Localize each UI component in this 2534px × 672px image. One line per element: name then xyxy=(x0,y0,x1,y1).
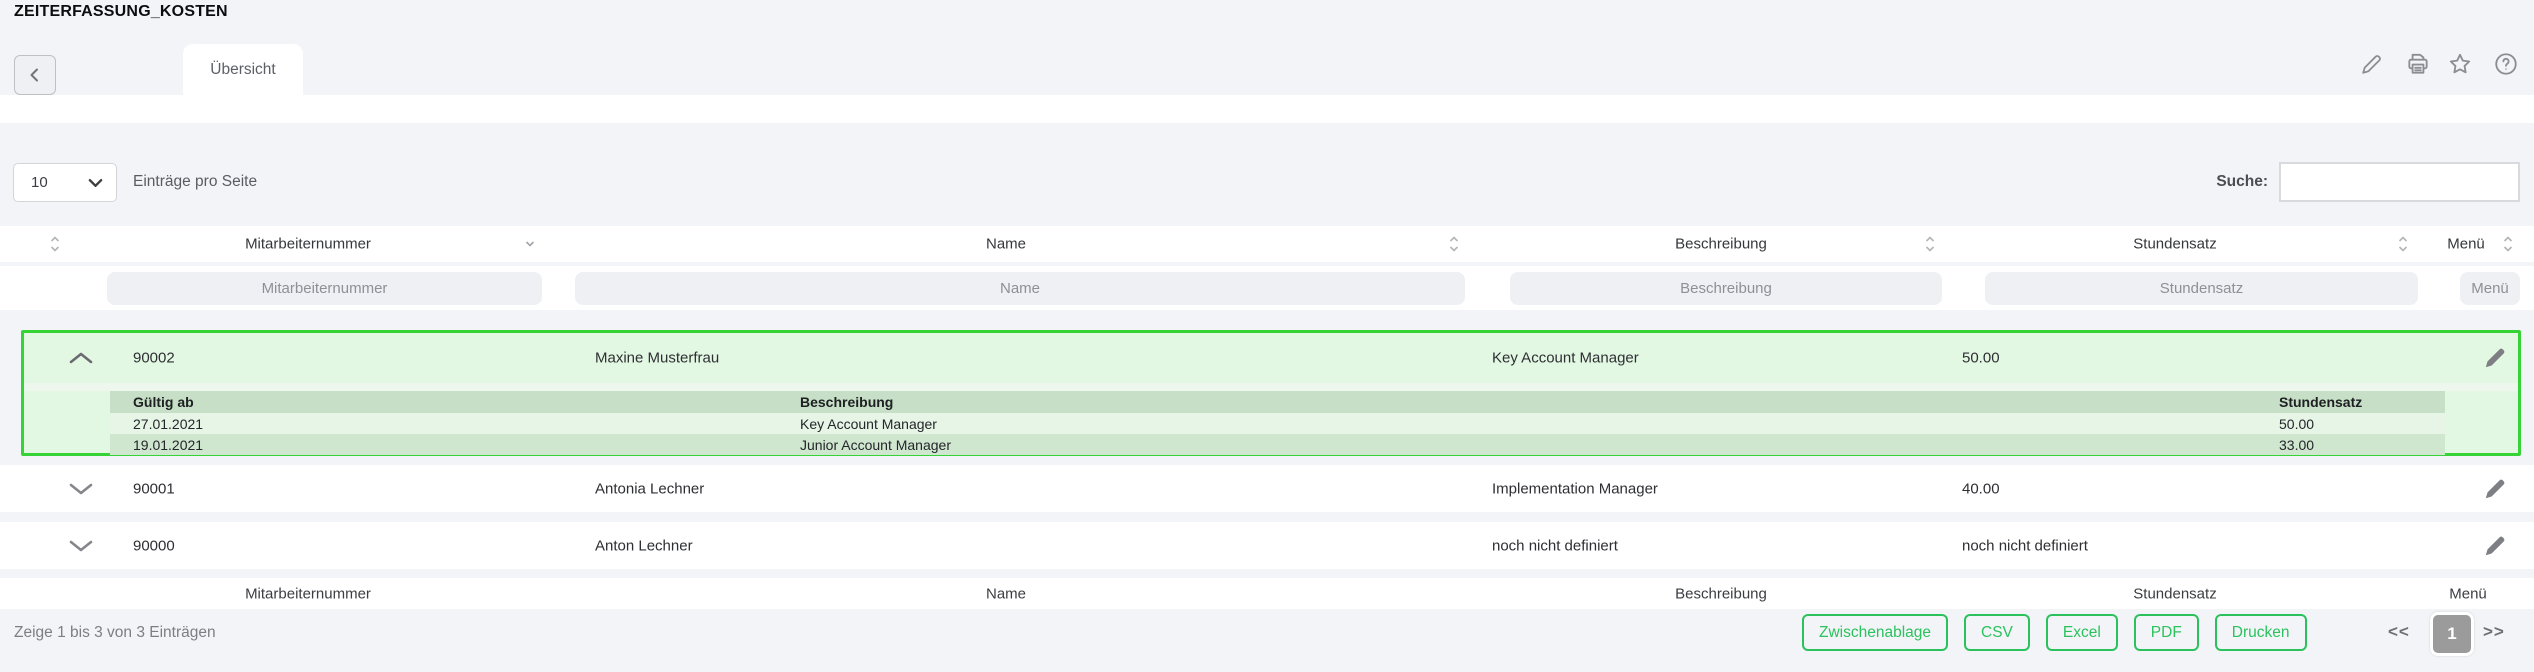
table-row[interactable]: 90001 Antonia Lechner Implementation Man… xyxy=(0,465,2534,512)
footer-column-mitarbeiternummer: Mitarbeiternummer xyxy=(245,585,371,602)
column-header-stundensatz[interactable]: Stundensatz xyxy=(2133,236,2216,253)
cell-name: Antonia Lechner xyxy=(595,480,704,497)
detail-cell-stundensatz: 33.00 xyxy=(2279,437,2314,453)
filter-input-beschreibung[interactable] xyxy=(1510,272,1942,305)
column-header-beschreibung[interactable]: Beschreibung xyxy=(1675,236,1767,253)
cell-stundensatz: 50.00 xyxy=(1962,350,2000,367)
cell-mitarbeiternummer: 90001 xyxy=(133,480,175,497)
filter-input-mitarbeiternummer[interactable] xyxy=(107,272,542,305)
detail-row: 19.01.2021 Junior Account Manager 33.00 xyxy=(110,434,2445,455)
current-page-number: 1 xyxy=(2447,624,2456,644)
column-header-mitarbeiternummer[interactable]: Mitarbeiternummer xyxy=(245,236,371,253)
edit-row-icon[interactable] xyxy=(2482,476,2508,502)
page-title: ZEITERFASSUNG_KOSTEN xyxy=(14,3,228,21)
entries-info: Zeige 1 bis 3 von 3 Einträgen xyxy=(14,624,216,642)
pagination-current-page[interactable]: 1 xyxy=(2430,612,2474,656)
detail-cell-stundensatz: 50.00 xyxy=(2279,416,2314,432)
cell-beschreibung: Implementation Manager xyxy=(1492,480,1658,497)
cell-stundensatz: noch nicht definiert xyxy=(1962,537,2088,554)
table-footer-row: Mitarbeiternummer Name Beschreibung Stun… xyxy=(0,578,2534,609)
edit-icon[interactable] xyxy=(2357,50,2385,78)
copy-to-clipboard-button[interactable]: Zwischenablage xyxy=(1802,614,1948,651)
sort-desc-icon[interactable] xyxy=(524,239,536,249)
detail-row: 27.01.2021 Key Account Manager 50.00 xyxy=(110,413,2445,434)
column-header-menue[interactable]: Menü xyxy=(2447,236,2485,253)
footer-column-name: Name xyxy=(986,585,1026,602)
cell-beschreibung: Key Account Manager xyxy=(1492,350,1639,367)
filter-input-stundensatz[interactable] xyxy=(1985,272,2418,305)
cell-mitarbeiternummer: 90002 xyxy=(133,350,175,367)
tab-label: Übersicht xyxy=(210,61,275,79)
sort-icon-beschreibung[interactable] xyxy=(1924,233,1936,255)
print-button[interactable]: Drucken xyxy=(2215,614,2307,651)
page-size-select[interactable]: 10 xyxy=(13,163,117,202)
footer-column-menue: Menü xyxy=(2449,585,2487,602)
cell-name: Anton Lechner xyxy=(595,537,693,554)
tab-uebersicht[interactable]: Übersicht xyxy=(183,44,303,95)
edit-row-icon[interactable] xyxy=(2482,533,2508,559)
table-header-row: Mitarbeiternummer Name Beschreibung Stun… xyxy=(0,226,2534,262)
table-row[interactable]: 90002 Maxine Musterfrau Key Account Mana… xyxy=(24,333,2518,383)
pdf-export-button[interactable]: PDF xyxy=(2134,614,2199,651)
sort-icon-name[interactable] xyxy=(1448,233,1460,255)
app-window: ZEITERFASSUNG_KOSTEN Übersicht 10 Einträ… xyxy=(0,0,2534,672)
filter-input-menue[interactable] xyxy=(2460,272,2520,305)
page-size-value: 10 xyxy=(31,174,48,191)
cell-name: Maxine Musterfrau xyxy=(595,350,719,367)
tab-bar-underline xyxy=(0,95,2534,123)
footer-column-stundensatz: Stundensatz xyxy=(2133,585,2216,602)
table-row[interactable]: 90000 Anton Lechner noch nicht definiert… xyxy=(0,522,2534,569)
table-row-expanded: 90002 Maxine Musterfrau Key Account Mana… xyxy=(21,330,2521,456)
chevron-left-icon xyxy=(26,66,44,84)
detail-cell-beschreibung: Junior Account Manager xyxy=(800,437,951,453)
cell-stundensatz: 40.00 xyxy=(1962,480,2000,497)
detail-column-stundensatz: Stundensatz xyxy=(2279,394,2362,410)
footer-column-beschreibung: Beschreibung xyxy=(1675,585,1767,602)
edit-row-icon[interactable] xyxy=(2482,345,2508,371)
detail-table: Gültig ab Beschreibung Stundensatz 27.01… xyxy=(110,391,2445,455)
detail-column-beschreibung: Beschreibung xyxy=(800,394,893,410)
pagination-next[interactable]: >> xyxy=(2483,622,2505,642)
help-icon[interactable] xyxy=(2492,50,2520,78)
excel-export-button[interactable]: Excel xyxy=(2046,614,2118,651)
cell-beschreibung: noch nicht definiert xyxy=(1492,537,1618,554)
detail-column-gueltig-ab: Gültig ab xyxy=(133,394,194,410)
cell-mitarbeiternummer: 90000 xyxy=(133,537,175,554)
sort-icon-menue[interactable] xyxy=(2502,233,2514,255)
back-button[interactable] xyxy=(14,55,56,95)
search-input[interactable] xyxy=(2279,162,2520,202)
filter-input-name[interactable] xyxy=(575,272,1465,305)
print-icon[interactable] xyxy=(2404,50,2432,78)
page-size-label: Einträge pro Seite xyxy=(133,173,257,191)
detail-cell-beschreibung: Key Account Manager xyxy=(800,416,937,432)
chevron-up-icon[interactable] xyxy=(68,351,94,365)
sort-icon-expander[interactable] xyxy=(49,233,61,255)
search-label: Suche: xyxy=(2170,173,2268,191)
pagination-prev[interactable]: << xyxy=(2388,622,2410,642)
chevron-down-icon[interactable] xyxy=(68,482,94,496)
sort-icon-stundensatz[interactable] xyxy=(2397,233,2409,255)
csv-export-button[interactable]: CSV xyxy=(1964,614,2030,651)
chevron-down-icon xyxy=(88,178,103,188)
detail-cell-gueltig-ab: 27.01.2021 xyxy=(133,416,203,432)
column-header-name[interactable]: Name xyxy=(986,236,1026,253)
export-buttons: Zwischenablage CSV Excel PDF Drucken xyxy=(1802,614,2307,651)
star-icon[interactable] xyxy=(2446,50,2474,78)
table-filter-row xyxy=(0,266,2534,310)
chevron-down-icon[interactable] xyxy=(68,539,94,553)
detail-separator xyxy=(24,383,2518,391)
detail-header-row: Gültig ab Beschreibung Stundensatz xyxy=(110,391,2445,413)
detail-cell-gueltig-ab: 19.01.2021 xyxy=(133,437,203,453)
